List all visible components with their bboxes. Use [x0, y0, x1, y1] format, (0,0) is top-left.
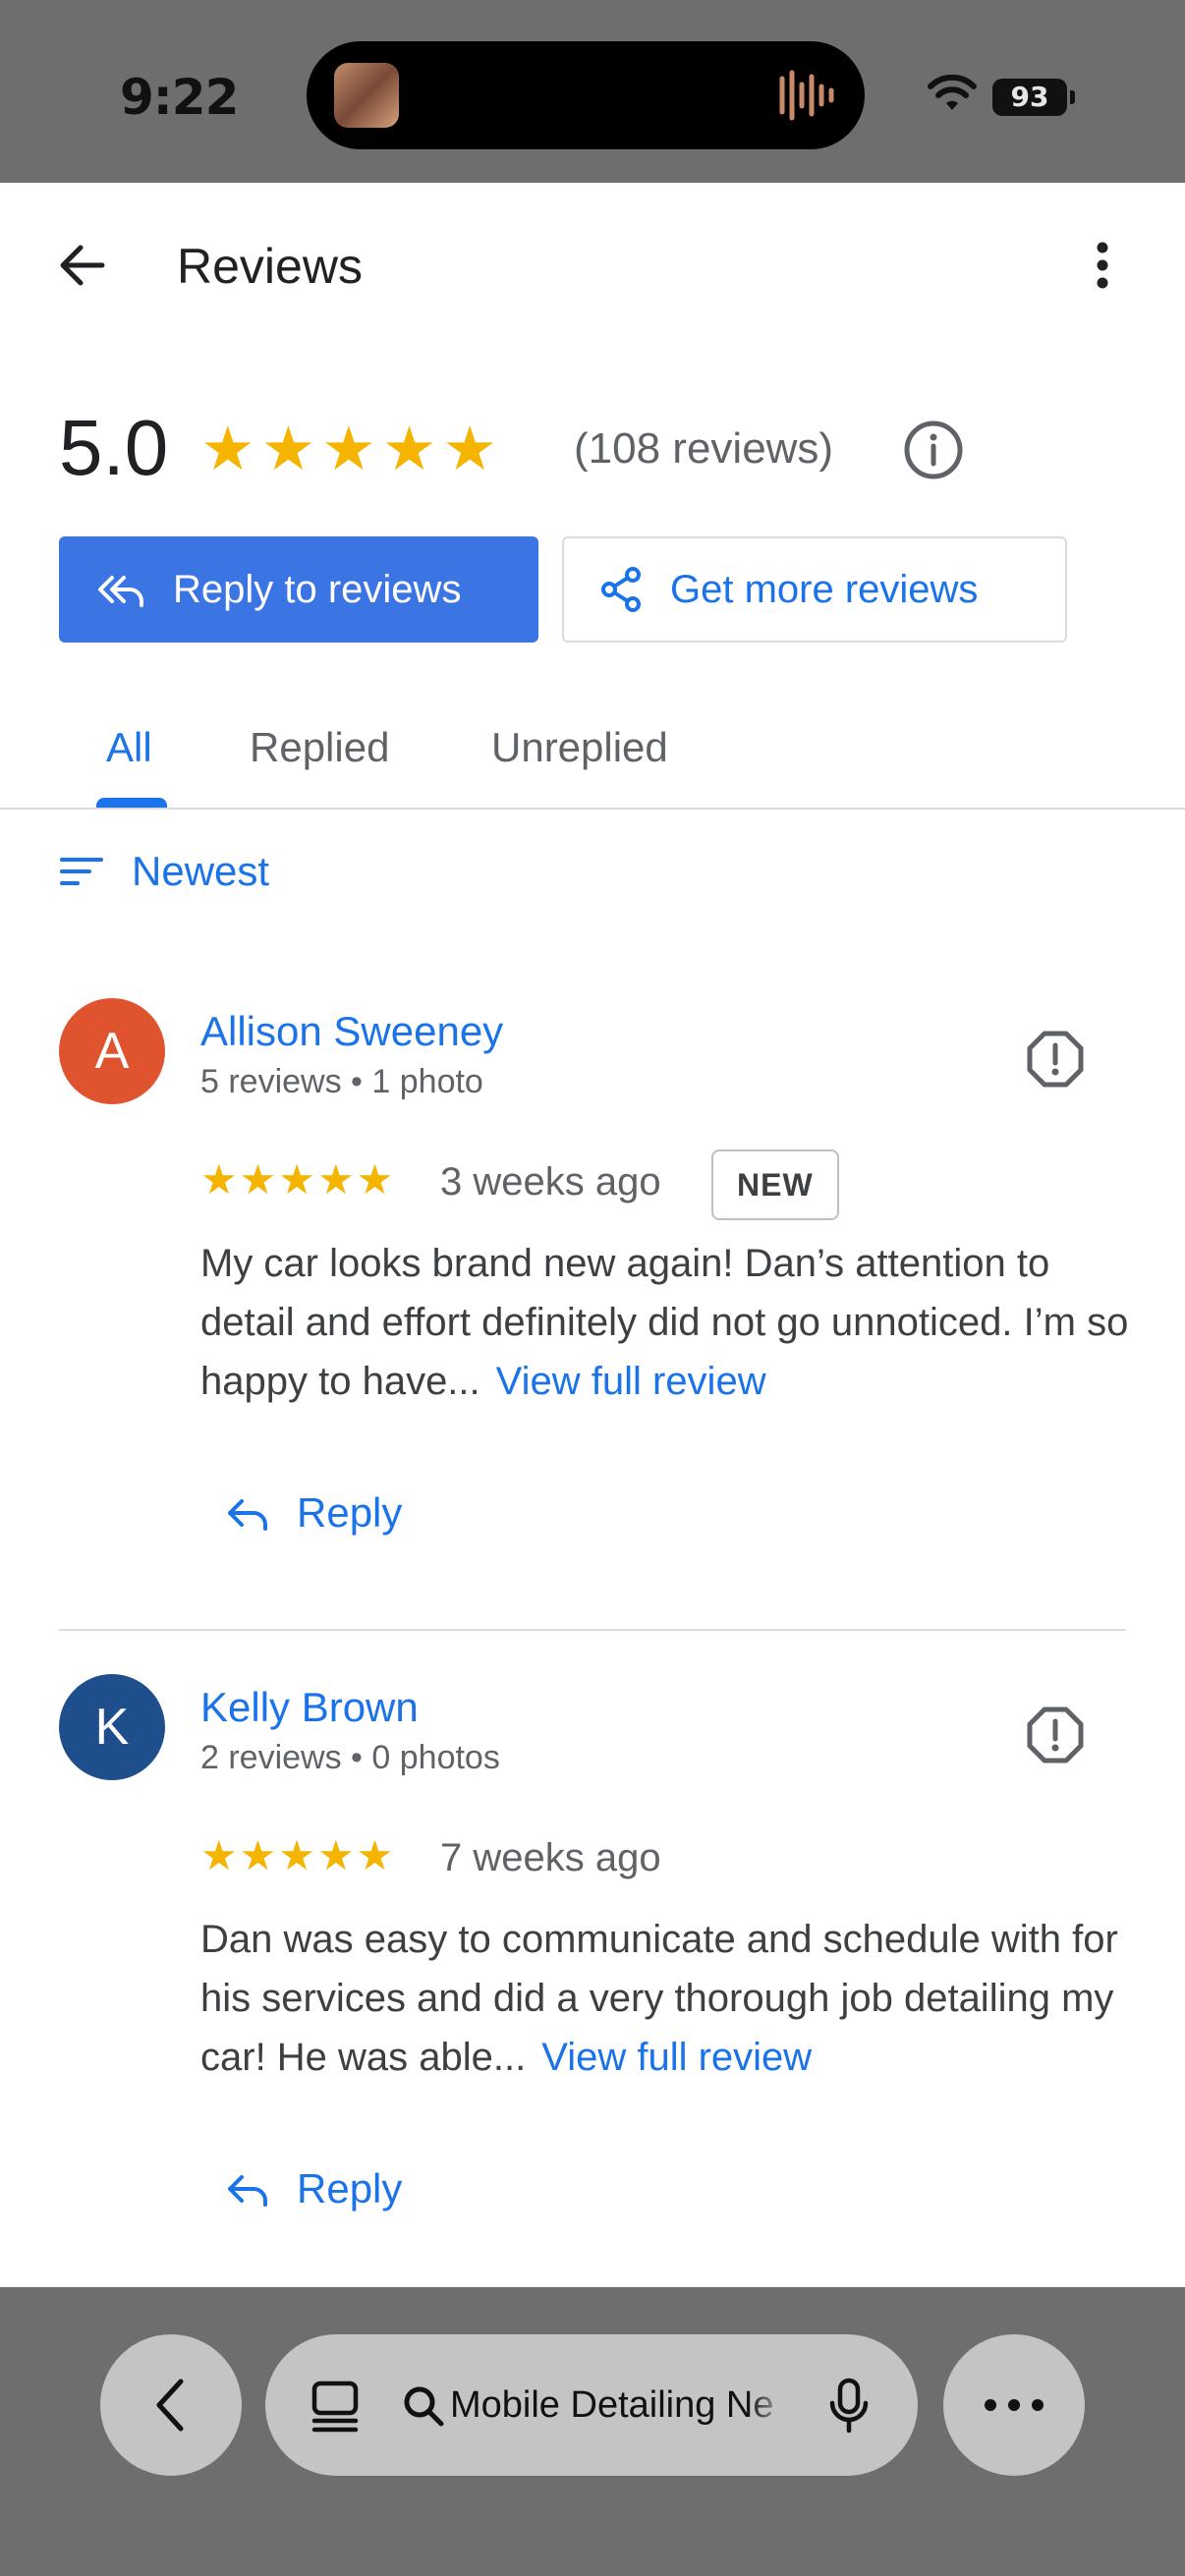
tab-all[interactable]: All	[106, 684, 152, 808]
microphone-icon[interactable]	[827, 2378, 871, 2435]
get-more-reviews-button[interactable]: Get more reviews	[562, 536, 1067, 643]
reply-label: Reply	[297, 1489, 403, 1536]
sort-label: Newest	[132, 848, 270, 894]
battery-indicator: 93	[992, 79, 1075, 116]
active-tab-indicator	[96, 798, 167, 808]
audio-waveform-icon	[779, 70, 834, 121]
average-rating: 5.0	[59, 404, 169, 491]
browser-back-button[interactable]	[100, 2334, 242, 2476]
share-icon	[601, 567, 641, 612]
review-stars: ★★★★★	[200, 1156, 396, 1203]
tab-unreplied[interactable]: Unreplied	[491, 684, 668, 808]
reply-icon	[228, 1499, 267, 1531]
rating-stars: ★★★★★	[200, 416, 503, 483]
reply-icon	[228, 2175, 267, 2207]
tabs-icon[interactable]	[310, 2380, 360, 2433]
info-icon[interactable]	[902, 419, 965, 481]
more-horiz-icon	[985, 2399, 1044, 2411]
review-filter-tabs: All Replied Unreplied	[0, 684, 1185, 810]
reply-label: Reply	[297, 2165, 403, 2212]
app-bar: Reviews	[0, 183, 1185, 350]
divider	[59, 1629, 1126, 1631]
view-full-review-link[interactable]: View full review	[496, 1360, 766, 1403]
back-arrow-icon[interactable]	[51, 234, 114, 297]
status-bar: 9:22 93	[0, 0, 1185, 183]
review-count: (108 reviews)	[574, 424, 834, 473]
more-vert-icon[interactable]	[1079, 234, 1126, 297]
reviewer-name[interactable]: Allison Sweeney	[200, 1008, 503, 1055]
dynamic-island[interactable]	[307, 41, 865, 149]
address-bar[interactable]: Mobile Detailing Ne	[265, 2334, 918, 2476]
review-date: 7 weeks ago	[440, 1836, 661, 1879]
report-icon[interactable]	[1026, 1706, 1085, 1764]
reply-button[interactable]: Reply	[226, 1489, 402, 1537]
sort-icon	[60, 858, 103, 885]
reply-to-reviews-button[interactable]: Reply to reviews	[59, 536, 538, 643]
browser-more-button[interactable]	[943, 2334, 1085, 2476]
review-stars: ★★★★★	[200, 1832, 396, 1878]
reviewer-name[interactable]: Kelly Brown	[200, 1684, 419, 1731]
status-time: 9:22	[120, 69, 239, 126]
new-badge: NEW	[711, 1149, 839, 1220]
tab-replied[interactable]: Replied	[250, 684, 389, 808]
browser-toolbar: Mobile Detailing Ne	[0, 2287, 1185, 2576]
report-icon[interactable]	[1026, 1030, 1085, 1089]
reviews-page: Reviews 5.0 ★★★★★ (108 reviews) Reply to…	[0, 183, 1185, 2287]
get-more-reviews-label: Get more reviews	[670, 567, 979, 611]
sort-button[interactable]: Newest	[59, 837, 269, 906]
reply-to-reviews-label: Reply to reviews	[173, 567, 462, 611]
review-text: My car looks brand new again! Dan’s atte…	[200, 1234, 1134, 1411]
view-full-review-link[interactable]: View full review	[541, 2036, 812, 2079]
rating-summary: 5.0 ★★★★★ (108 reviews)	[59, 399, 1140, 497]
wifi-icon	[928, 75, 977, 110]
avatar[interactable]: K	[59, 1674, 165, 1780]
url-text: Mobile Detailing Ne	[450, 2384, 774, 2426]
reply-button[interactable]: Reply	[226, 2165, 402, 2212]
reviewer-meta: 5 reviews • 1 photo	[200, 1063, 483, 1100]
review-text: Dan was easy to communicate and schedule…	[200, 1910, 1134, 2087]
page-title: Reviews	[177, 239, 363, 294]
now-playing-thumbnail	[334, 63, 399, 128]
reviewer-meta: 2 reviews • 0 photos	[200, 1739, 500, 1776]
avatar[interactable]: A	[59, 998, 165, 1104]
review-date: 3 weeks ago	[440, 1160, 661, 1204]
chevron-left-icon	[156, 2379, 184, 2432]
reply-all-icon	[98, 576, 143, 607]
search-icon	[404, 2386, 444, 2427]
